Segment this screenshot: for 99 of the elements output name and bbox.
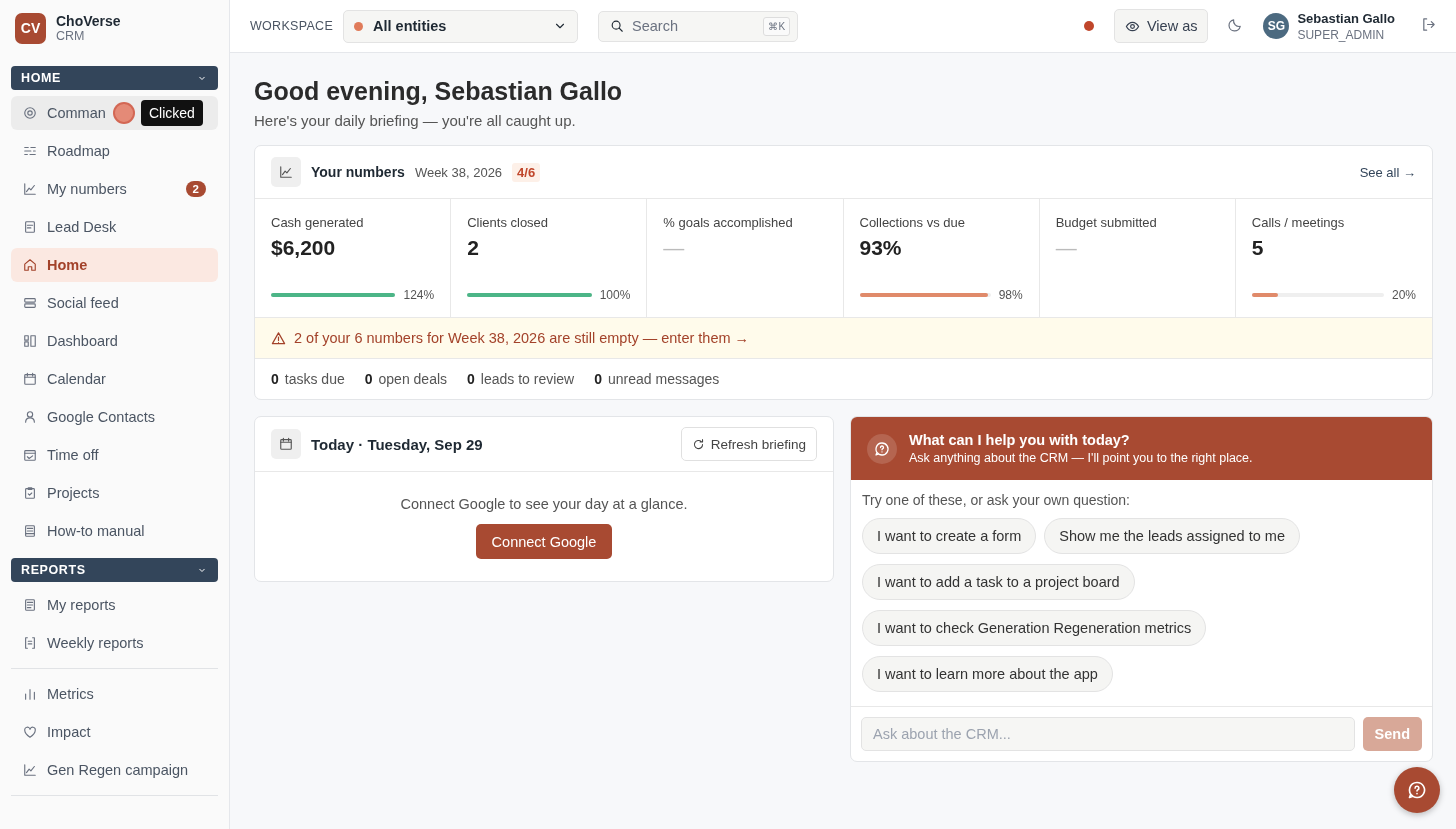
user-name: Sebastian Gallo <box>1297 10 1395 26</box>
connect-google-button[interactable]: Connect Google <box>475 524 613 559</box>
refresh-icon <box>691 437 705 451</box>
calendar-check-icon <box>23 448 37 462</box>
workspace-label: WORKSPACE <box>250 19 334 33</box>
refresh-button[interactable]: Refresh briefing <box>680 427 817 461</box>
summary-count: 0 unread messages <box>594 371 720 387</box>
sidebar-item[interactable]: My reports <box>11 588 218 622</box>
count-badge: 2 <box>185 181 206 197</box>
click-indicator <box>113 102 135 124</box>
sidebar-item[interactable]: Social feed <box>11 286 218 320</box>
status-dot <box>1083 21 1094 31</box>
card-title: Today · Tuesday, Sep 29 <box>311 435 483 453</box>
section-header[interactable]: HOME <box>11 66 218 90</box>
avatar[interactable]: SG <box>1263 13 1290 39</box>
sidebar-item[interactable]: Dashboard <box>11 324 218 358</box>
suggestion-chip[interactable]: I want to add a task to a project board <box>862 564 1135 600</box>
suggestion-chip[interactable]: I want to create a form <box>862 518 1037 554</box>
section-header[interactable]: REPORTS <box>11 558 218 582</box>
house-icon <box>23 258 37 272</box>
metric-label: Calls / meetings <box>1251 215 1346 230</box>
person-icon <box>23 410 37 424</box>
metric-percent: 98% <box>998 288 1023 302</box>
metric-value: — <box>1055 236 1078 260</box>
sidebar-item[interactable]: Impact <box>11 715 218 749</box>
metric-value: — <box>663 236 686 260</box>
sidebar-item[interactable]: My numbers 2 <box>11 172 218 206</box>
suggestion-chip[interactable]: Show me the leads assigned to me <box>1044 518 1300 554</box>
empty-message: Connect Google to see your day at a glance. <box>400 496 688 512</box>
greeting-title: Good evening, Sebastian Gallo <box>254 77 624 106</box>
brand-name: ChoVerse <box>56 13 121 29</box>
sidebar-item[interactable]: Metrics <box>11 677 218 711</box>
document-icon <box>23 636 37 650</box>
workspace-select[interactable]: All entities <box>343 9 579 43</box>
progress-badge: 4/6 <box>512 162 541 182</box>
logo: CV <box>15 12 46 44</box>
brand-subtitle: CRM <box>56 29 86 43</box>
see-all-link[interactable]: See all → <box>1359 164 1416 180</box>
chat-help-icon <box>874 440 890 457</box>
sidebar-item[interactable]: Home <box>11 248 218 282</box>
prompt-text: Try one of these, or ask your own question: <box>862 492 1131 508</box>
book-icon <box>23 524 37 538</box>
bar-chart-icon <box>23 687 37 701</box>
chat-help-icon <box>1407 780 1427 800</box>
line-chart-icon <box>279 165 293 179</box>
sidebar-item[interactable]: Google Contacts <box>11 400 218 434</box>
metric-label: Clients closed <box>467 215 550 230</box>
sidebar-item[interactable]: Time off <box>11 438 218 472</box>
view-as-button[interactable]: View as <box>1113 9 1209 43</box>
suggestion-chip[interactable]: I want to check Generation Regeneration metrics <box>862 610 1207 646</box>
sidebar-item[interactable]: Lead Desk <box>11 210 218 244</box>
heart-icon <box>23 725 37 739</box>
metric-value: $6,200 <box>271 236 337 260</box>
assistant-title: What can I help you with today? <box>909 432 1131 448</box>
sliders-icon <box>23 144 37 158</box>
alert-message[interactable]: 2 of your 6 numbers for Week 38, 2026 are still empty — enter them → <box>294 330 750 346</box>
target-icon <box>23 106 37 120</box>
metric-value: 5 <box>1251 236 1265 260</box>
help-button[interactable] <box>1394 767 1440 813</box>
metric-percent: 20% <box>1391 288 1416 302</box>
clipboard-icon <box>23 486 37 500</box>
logout-icon <box>1421 16 1436 32</box>
card-title: Your numbers <box>311 164 405 180</box>
document-icon <box>23 598 37 612</box>
greeting-subtitle: Here's your daily briefing — you're all caught up. <box>254 112 577 129</box>
metric-value: 2 <box>467 236 480 260</box>
tooltip: Clicked <box>141 100 203 126</box>
metric-percent: 124% <box>403 288 435 302</box>
summary-count: 0 open deals <box>364 371 448 387</box>
warning-icon <box>271 330 286 346</box>
metric-label: % goals accomplished <box>663 215 794 230</box>
suggestion-chip[interactable]: I want to learn more about the app <box>862 656 1113 692</box>
sidebar-item[interactable]: How-to manual <box>11 514 218 548</box>
sidebar-item[interactable]: Gen Regen campaign <box>11 753 218 787</box>
user-role: SUPER_ADMIN <box>1297 27 1386 42</box>
metric-label: Budget submitted <box>1055 215 1158 230</box>
moon-icon <box>1228 16 1244 32</box>
summary-count: 0 tasks due <box>271 371 345 387</box>
line-chart-icon <box>23 182 37 196</box>
line-chart-icon <box>23 763 37 777</box>
week-label: Week 38, 2026 <box>414 164 503 180</box>
sidebar-item[interactable]: Weekly reports <box>11 626 218 660</box>
search-icon <box>610 18 625 33</box>
form-icon <box>23 220 37 234</box>
metric-percent: 100% <box>599 288 631 302</box>
sidebar-item[interactable]: Comman Clicked <box>11 96 218 130</box>
calendar-icon <box>23 372 37 386</box>
metric-label: Collections vs due <box>859 215 966 230</box>
sidebar-item[interactable]: Roadmap <box>11 134 218 168</box>
columns-icon <box>23 334 37 348</box>
calendar-icon <box>279 437 293 451</box>
sidebar-item[interactable]: Calendar <box>11 362 218 396</box>
metric-value: 93% <box>859 236 903 260</box>
assistant-subtitle: Ask anything about the CRM — I'll point you to the right place. <box>909 451 1253 465</box>
metric-label: Cash generated <box>271 215 365 230</box>
sidebar-item[interactable]: Projects <box>11 476 218 510</box>
feed-icon <box>23 296 37 310</box>
summary-count: 0 leads to review <box>467 371 575 387</box>
question-field[interactable]: Ask about the CRM... <box>861 717 1355 751</box>
